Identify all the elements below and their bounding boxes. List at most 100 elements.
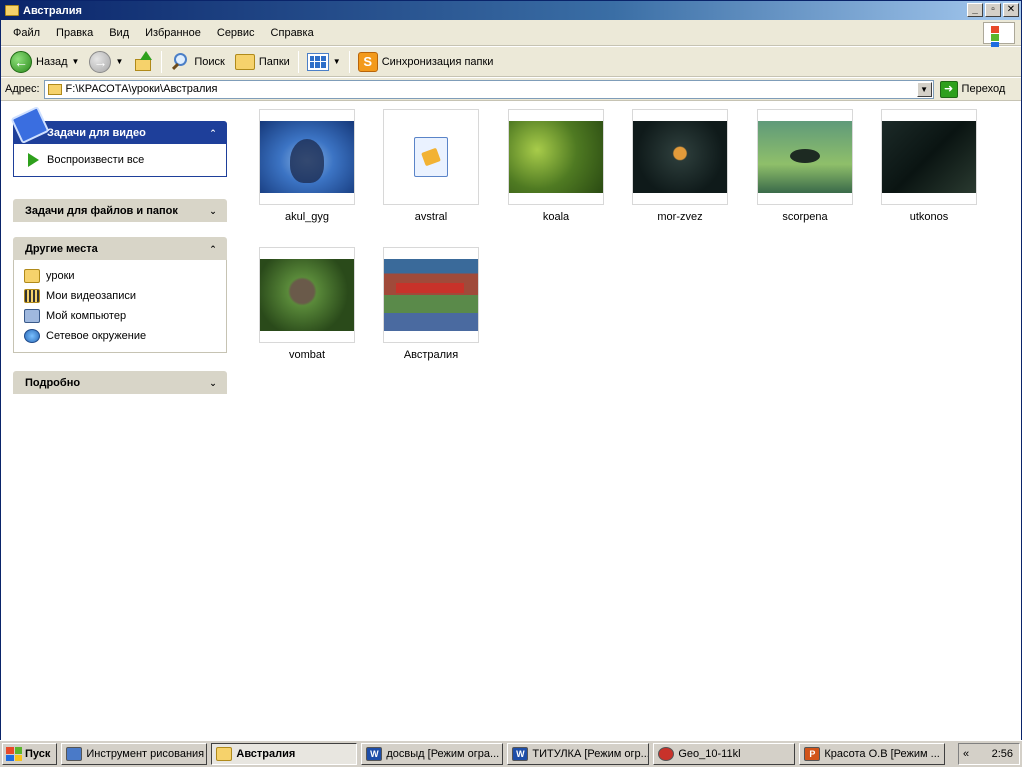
file-item[interactable]: vombat bbox=[252, 247, 362, 361]
browser-icon bbox=[658, 747, 675, 761]
window-title: Австралия bbox=[23, 4, 82, 17]
file-item[interactable]: koala bbox=[501, 109, 611, 223]
video-thumbnail-image bbox=[260, 259, 354, 331]
video-tasks-panel: Задачи для видео ⌃ Воспроизвести все bbox=[10, 105, 227, 177]
views-button[interactable]: ▼ bbox=[302, 49, 346, 75]
taskbar-item-powerpoint[interactable]: P Красота О.В [Режим ... bbox=[799, 743, 946, 765]
collapse-chevron-icon[interactable]: ⌃ bbox=[207, 243, 219, 255]
chevron-down-icon[interactable]: ▼ bbox=[916, 81, 932, 97]
folder-icon bbox=[24, 269, 40, 283]
place-my-computer-link[interactable]: Мой компьютер bbox=[24, 306, 216, 326]
folder-icon bbox=[5, 5, 19, 16]
video-thumbnail-image bbox=[509, 121, 603, 193]
toolbar-separator bbox=[297, 50, 299, 73]
menu-view[interactable]: Вид bbox=[101, 27, 137, 39]
explorer-window: Австралия _ ▫ ✕ Файл Правка Вид Избранно… bbox=[0, 0, 1022, 740]
place-label: Мои видеозаписи bbox=[46, 290, 137, 302]
network-icon bbox=[24, 329, 40, 343]
sync-folder-button[interactable]: S Синхронизация папки bbox=[353, 49, 499, 75]
video-tasks-header[interactable]: Задачи для видео ⌃ bbox=[10, 105, 227, 145]
toolbar-separator bbox=[161, 50, 163, 73]
taskbar-item-word-titulka[interactable]: W ТИТУЛКА [Режим огр... bbox=[507, 743, 650, 765]
file-thumbnail bbox=[383, 109, 479, 205]
title-bar[interactable]: Австралия _ ▫ ✕ bbox=[1, 1, 1021, 20]
place-my-videos-link[interactable]: Мои видеозаписи bbox=[24, 286, 216, 306]
file-thumbnail bbox=[757, 109, 853, 205]
back-button[interactable]: ← Назад ▼ bbox=[5, 49, 84, 75]
menu-file[interactable]: Файл bbox=[5, 27, 48, 39]
system-tray: « 2:56 bbox=[958, 743, 1020, 765]
address-label: Адрес: bbox=[5, 83, 40, 95]
chevron-down-icon[interactable]: ▼ bbox=[333, 57, 341, 66]
folder-icon bbox=[47, 83, 62, 95]
powerpoint-icon: P bbox=[804, 747, 821, 761]
file-name: vombat bbox=[288, 349, 326, 361]
file-thumbnail bbox=[881, 109, 977, 205]
minimize-button[interactable]: _ bbox=[967, 3, 983, 17]
chevron-down-icon[interactable]: ▼ bbox=[72, 57, 80, 66]
forward-button[interactable]: → ▼ bbox=[84, 49, 128, 75]
taskbar-item-geo[interactable]: Geo_10-11kl bbox=[653, 743, 796, 765]
file-view: akul_gyg avstral koala mor-zvez scorpena… bbox=[241, 102, 1021, 740]
toolbar-separator bbox=[348, 50, 350, 73]
taskbar-item-label: Geo_10-11kl bbox=[678, 748, 741, 760]
word-icon: W bbox=[366, 747, 383, 761]
taskbar-item-australia[interactable]: Австралия bbox=[211, 743, 358, 765]
file-name: utkonos bbox=[909, 211, 949, 223]
taskbar-item-word-dosvyd[interactable]: W досвыд [Режим огра... bbox=[361, 743, 504, 765]
sync-icon: S bbox=[357, 51, 378, 72]
file-name: scorpena bbox=[782, 211, 828, 223]
other-places-title: Другие места bbox=[25, 242, 98, 255]
start-button[interactable]: Пуск bbox=[2, 743, 58, 765]
file-item[interactable]: akul_gyg bbox=[252, 109, 362, 223]
address-bar: Адрес: F:\КРАСОТА\уроки\Австралия ▼ ➜ Пе… bbox=[1, 78, 1021, 101]
address-input[interactable]: F:\КРАСОТА\уроки\Австралия ▼ bbox=[43, 79, 934, 99]
menu-favorites[interactable]: Избранное bbox=[137, 27, 209, 39]
presentation-thumbnail-image bbox=[384, 259, 478, 331]
file-item[interactable]: utkonos bbox=[874, 109, 984, 223]
details-panel: Подробно ⌄ bbox=[13, 371, 227, 394]
file-name: koala bbox=[542, 211, 570, 223]
folders-button[interactable]: Папки bbox=[230, 49, 295, 75]
taskbar-item-label: Инструмент рисования bbox=[86, 748, 205, 760]
file-tasks-panel: Задачи для файлов и папок ⌄ bbox=[13, 199, 227, 222]
details-title: Подробно bbox=[25, 376, 81, 389]
file-item[interactable]: scorpena bbox=[750, 109, 860, 223]
start-label: Пуск bbox=[25, 748, 51, 760]
window-controls: _ ▫ ✕ bbox=[967, 3, 1019, 17]
file-thumbnail bbox=[508, 109, 604, 205]
file-name: mor-zvez bbox=[657, 211, 703, 223]
up-folder-button[interactable] bbox=[128, 49, 158, 75]
taskbar-item-label: Красота О.В [Режим ... bbox=[824, 748, 940, 760]
expand-chevron-icon[interactable]: ⌄ bbox=[207, 377, 219, 389]
expand-chevron-icon[interactable]: ⌄ bbox=[207, 205, 219, 217]
windows-logo-icon bbox=[983, 22, 1015, 57]
collapse-chevron-icon[interactable]: ⌃ bbox=[207, 127, 219, 139]
task-pane: Задачи для видео ⌃ Воспроизвести все Зад… bbox=[1, 102, 241, 740]
tray-expand-chevron-icon[interactable]: « bbox=[963, 748, 969, 760]
go-button[interactable]: ➜ Переход bbox=[939, 80, 1005, 98]
menu-edit[interactable]: Правка bbox=[48, 27, 101, 39]
place-lessons-link[interactable]: уроки bbox=[24, 266, 216, 286]
clock[interactable]: 2:56 bbox=[992, 748, 1013, 760]
taskbar-item-paint[interactable]: Инструмент рисования bbox=[61, 743, 208, 765]
file-item[interactable]: avstral bbox=[376, 109, 486, 223]
close-button[interactable]: ✕ bbox=[1003, 3, 1019, 17]
place-network-link[interactable]: Сетевое окружение bbox=[24, 326, 216, 346]
search-button[interactable]: Поиск bbox=[165, 49, 229, 75]
menu-help[interactable]: Справка bbox=[263, 27, 322, 39]
file-tasks-header[interactable]: Задачи для файлов и папок ⌄ bbox=[13, 199, 227, 222]
restore-button[interactable]: ▫ bbox=[985, 3, 1001, 17]
other-places-header[interactable]: Другие места ⌃ bbox=[13, 237, 227, 260]
place-label: Сетевое окружение bbox=[46, 330, 147, 342]
file-item[interactable]: Австралия bbox=[376, 247, 486, 361]
media-file-icon bbox=[414, 137, 448, 177]
file-item[interactable]: mor-zvez bbox=[625, 109, 735, 223]
menu-bar: Файл Правка Вид Избранное Сервис Справка bbox=[1, 20, 1021, 57]
play-all-link[interactable]: Воспроизвести все bbox=[24, 150, 216, 170]
taskbar-item-label: ТИТУЛКА [Режим огр... bbox=[532, 748, 650, 760]
back-label: Назад bbox=[36, 55, 68, 68]
details-header[interactable]: Подробно ⌄ bbox=[13, 371, 227, 394]
chevron-down-icon[interactable]: ▼ bbox=[115, 57, 123, 66]
menu-tools[interactable]: Сервис bbox=[209, 27, 263, 39]
